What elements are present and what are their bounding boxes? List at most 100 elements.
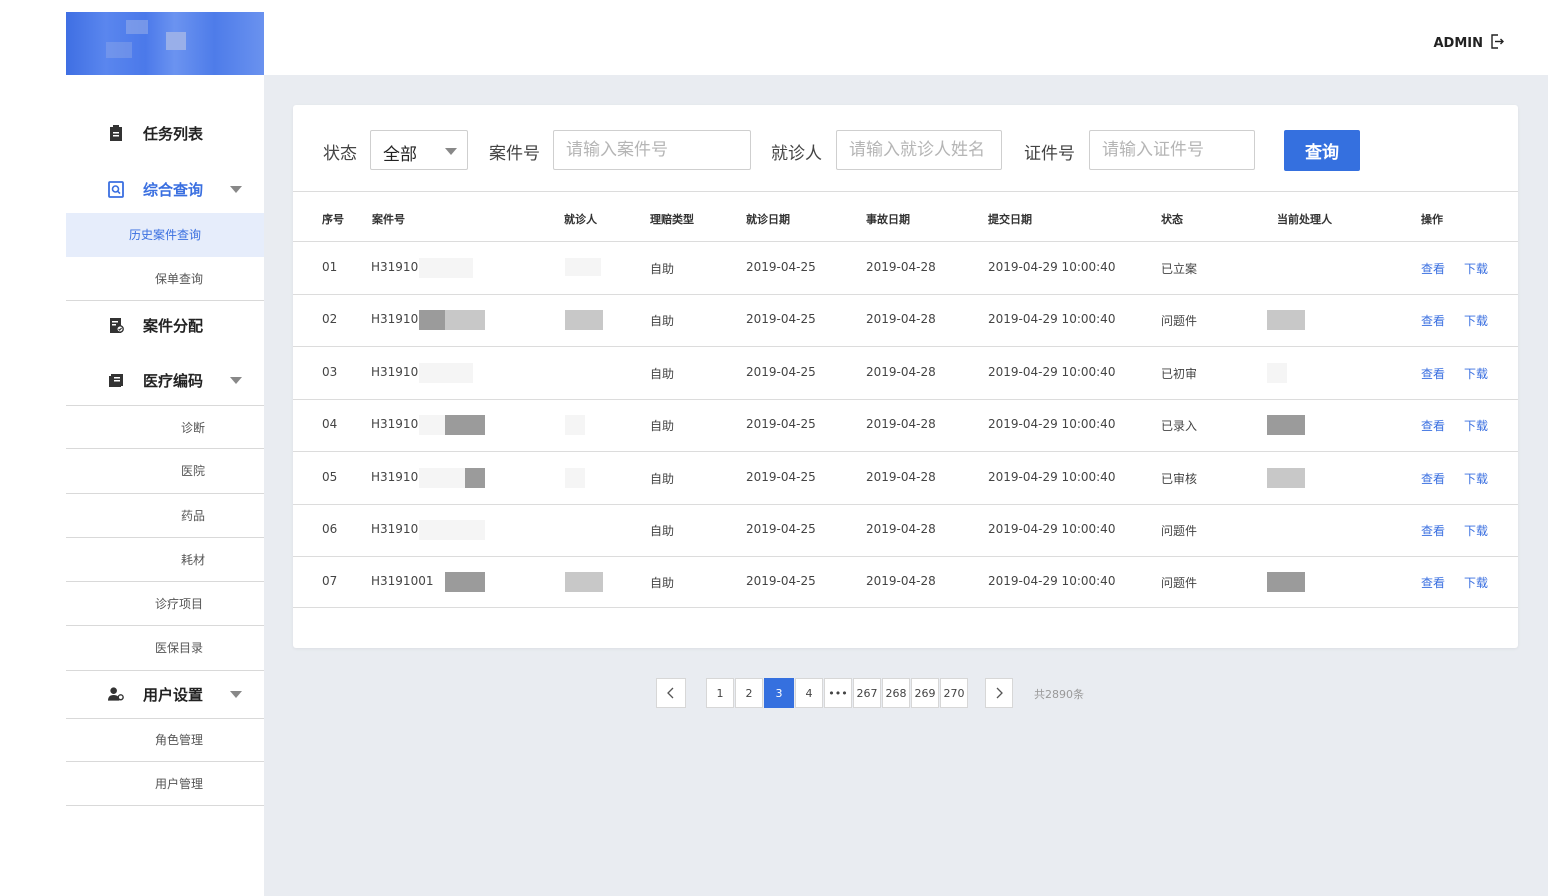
cell-index: 01 xyxy=(322,260,338,274)
redacted-block xyxy=(1267,310,1305,331)
sidebar-item-user-management[interactable]: 用户管理 xyxy=(66,762,264,806)
view-link[interactable]: 查看 xyxy=(1421,574,1445,591)
cell-index: 05 xyxy=(322,469,338,484)
top-header: ADMIN xyxy=(264,0,1548,75)
cell-status: 已初审 xyxy=(1161,366,1198,381)
view-link[interactable]: 查看 xyxy=(1421,522,1445,539)
case-no-label: 案件号 xyxy=(489,144,540,164)
cell-case-no: H31910 xyxy=(371,417,419,432)
page-button[interactable]: 268 xyxy=(882,678,910,708)
redacted-block xyxy=(565,310,603,331)
chevron-right-icon xyxy=(996,687,1003,699)
patient-name-input[interactable] xyxy=(837,131,1001,169)
logo xyxy=(66,12,264,75)
page-button[interactable]: 1 xyxy=(706,678,734,708)
sidebar-item-insurance-catalog[interactable]: 医保目录 xyxy=(66,626,264,670)
cell-accident-date: 2019-04-28 xyxy=(866,364,936,379)
download-link[interactable]: 下载 xyxy=(1464,365,1488,382)
user-menu[interactable]: ADMIN xyxy=(1433,34,1505,53)
sidebar-item-policy-query[interactable]: 保单查询 xyxy=(66,257,264,301)
status-select[interactable]: 全部 xyxy=(370,130,468,170)
page-button[interactable]: 3 xyxy=(764,678,794,708)
page-ellipsis[interactable]: ••• xyxy=(824,678,852,708)
sidebar-item-consumables[interactable]: 耗材 xyxy=(66,538,264,582)
page-button[interactable]: 270 xyxy=(940,678,968,708)
download-link[interactable]: 下载 xyxy=(1464,574,1488,591)
divider xyxy=(66,670,264,671)
download-link[interactable]: 下载 xyxy=(1464,312,1488,329)
nav-user-settings[interactable]: 用户设置 xyxy=(66,683,264,705)
cell-index: 07 xyxy=(322,574,338,589)
patient-label: 就诊人 xyxy=(771,144,822,164)
download-link[interactable]: 下载 xyxy=(1464,417,1488,434)
cell-submit-date: 2019-04-29 10:00:40 xyxy=(988,417,1116,432)
view-link[interactable]: 查看 xyxy=(1421,312,1445,329)
column-header: 当前处理人 xyxy=(1277,213,1332,226)
cell-case-no: H31910 xyxy=(371,260,419,274)
case-no-field[interactable] xyxy=(553,130,751,170)
sidebar-item-diagnosis[interactable]: 诊断 xyxy=(66,406,264,450)
nav-comprehensive-query[interactable]: 综合查询 xyxy=(66,178,264,200)
page-button[interactable]: 2 xyxy=(735,678,763,708)
cell-accident-date: 2019-04-28 xyxy=(866,417,936,432)
nav-task-list-label: 任务列表 xyxy=(143,124,204,143)
cell-claim-type: 自助 xyxy=(650,524,675,538)
cell-status: 已审核 xyxy=(1161,471,1198,486)
download-link[interactable]: 下载 xyxy=(1464,260,1488,277)
redacted-block xyxy=(565,258,601,276)
case-no-input[interactable] xyxy=(554,131,750,169)
sidebar: 任务列表 综合查询 历史案件查询 保单查询 案件分配 医疗编码 诊断 医院 药品… xyxy=(66,12,264,896)
cell-case-no: H31910 xyxy=(371,522,419,536)
column-header: 序号 xyxy=(322,213,344,226)
sidebar-item-treatment-items[interactable]: 诊疗项目 xyxy=(66,582,264,626)
table-row: 04 H31910 自助 2019-04-25 2019-04-28 2019-04-29… xyxy=(293,399,1518,453)
id-no-field[interactable] xyxy=(1089,130,1255,170)
column-header: 案件号 xyxy=(372,213,405,226)
redacted-block xyxy=(465,467,485,488)
redacted-block xyxy=(565,572,603,593)
view-link[interactable]: 查看 xyxy=(1421,260,1445,277)
cell-accident-date: 2019-04-28 xyxy=(866,469,936,484)
table-row: 07 H3191001 自助 2019-04-25 2019-04-28 2019-04-… xyxy=(293,556,1518,608)
status-select-value: 全部 xyxy=(383,145,417,165)
case-query-card: 状态 全部 案件号 就诊人 证件号 查询 序号 案件号 就诊人 xyxy=(293,105,1518,648)
status-filter-label: 状态 xyxy=(323,144,357,164)
cell-claim-type: 自助 xyxy=(650,366,675,381)
nav-case-assignment[interactable]: 案件分配 xyxy=(66,314,264,336)
divider xyxy=(293,191,1518,192)
sidebar-item-history-case-query[interactable]: 历史案件查询 xyxy=(66,213,264,257)
view-link[interactable]: 查看 xyxy=(1421,365,1445,382)
view-link[interactable]: 查看 xyxy=(1421,470,1445,487)
next-page-button[interactable] xyxy=(985,678,1013,708)
patient-field[interactable] xyxy=(836,130,1002,170)
cell-visit-date: 2019-04-25 xyxy=(746,574,816,589)
table-row: 03 H31910 自助 2019-04-25 2019-04-28 2019-04-29… xyxy=(293,347,1518,400)
column-header: 提交日期 xyxy=(988,213,1032,226)
download-link[interactable]: 下载 xyxy=(1464,522,1488,539)
id-no-input[interactable] xyxy=(1090,131,1254,169)
logout-icon[interactable] xyxy=(1490,34,1505,53)
redacted-block xyxy=(1267,467,1305,488)
username: ADMIN xyxy=(1433,36,1483,51)
query-button[interactable]: 查询 xyxy=(1284,130,1360,171)
page-button[interactable]: 267 xyxy=(853,678,881,708)
redacted-block xyxy=(445,310,485,331)
cell-status: 问题件 xyxy=(1161,576,1198,591)
download-link[interactable]: 下载 xyxy=(1464,470,1488,487)
table-row: 02 H31910 自助 2019-04-25 2019-04-28 2019-04-29… xyxy=(293,294,1518,348)
page-button[interactable]: 269 xyxy=(911,678,939,708)
view-link[interactable]: 查看 xyxy=(1421,417,1445,434)
sidebar-item-hospital[interactable]: 医院 xyxy=(66,449,264,493)
redacted-block xyxy=(419,415,445,436)
page-button[interactable]: 4 xyxy=(795,678,823,708)
nav-medical-coding[interactable]: 医疗编码 xyxy=(66,369,264,391)
divider xyxy=(66,805,264,806)
user-gear-icon xyxy=(108,686,124,702)
sidebar-item-drugs[interactable]: 药品 xyxy=(66,494,264,538)
sidebar-item-role-management[interactable]: 角色管理 xyxy=(66,719,264,761)
cell-index: 04 xyxy=(322,417,338,432)
table-row: 01 H31910 自助 2019-04-25 2019-04-28 2019-04-29… xyxy=(293,242,1518,295)
prev-page-button[interactable] xyxy=(656,678,686,708)
redacted-block xyxy=(419,258,473,278)
nav-task-list[interactable]: 任务列表 xyxy=(66,122,264,144)
